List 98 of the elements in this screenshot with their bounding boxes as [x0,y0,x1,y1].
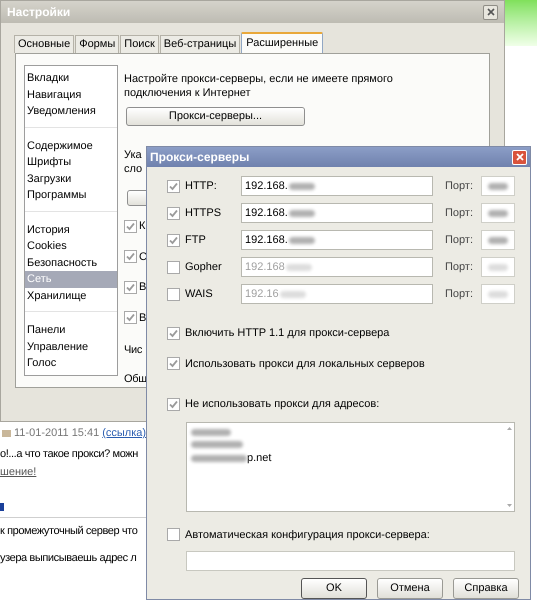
checkbox[interactable] [167,206,180,220]
close-button[interactable] [483,4,498,20]
protocol-label: HTTP: [185,178,218,194]
blurred-text [488,264,508,270]
port-label: Порт: [445,178,473,194]
dialog-button[interactable]: Отмена [377,578,443,599]
category-item[interactable]: Вкладки [25,70,117,86]
proxy-servers-button[interactable]: Прокси-серверы... [126,107,305,126]
option-label: К [139,219,146,234]
answer-text: к промежуточный сервер что [0,524,138,538]
port-field[interactable] [481,257,515,277]
dialog-button[interactable]: OK [301,578,367,599]
checkbox[interactable] [167,528,180,542]
blurred-text [191,428,231,436]
port-field[interactable] [481,230,515,250]
category-item[interactable]: Навигация [25,86,117,103]
port-label: Порт: [445,206,473,221]
checkbox[interactable] [124,220,137,233]
port-field[interactable] [481,284,515,304]
tab[interactable]: Поиск [120,35,159,53]
blurred-text [488,182,508,190]
option-label: С [139,250,147,264]
intro-text: Настройте прокси-серверы, если не имеете прямого подключения к Интернет [124,72,394,100]
envelope-icon [2,430,11,437]
protocol-label: Gopher [185,260,223,275]
blurred-text [191,454,247,462]
category-item[interactable]: Загрузки [25,170,117,187]
checkbox[interactable] [167,398,180,411]
option-label: В [139,280,146,295]
exclude-list-field[interactable]: p.net [186,422,515,512]
partial-text: сло [124,162,142,176]
address-field[interactable]: 192.168. [241,230,433,250]
checkbox[interactable] [167,326,180,340]
port-field[interactable] [481,203,515,223]
blurred-text [288,182,315,190]
option-label: Автоматическая конфигурация прокси-сервера: [185,528,430,542]
scroll-up-icon [506,426,512,430]
checkbox[interactable] [167,288,180,300]
config-url-field[interactable] [186,551,515,571]
comment-text: о!...а что такое прокси? можн [0,446,138,462]
category-item[interactable]: История [25,222,117,238]
option-label: Использовать прокси для локальных серверов [185,356,425,372]
dialog-button[interactable]: Справка [453,578,519,599]
close-icon [486,8,494,16]
checkbox[interactable] [124,250,137,264]
checkbox[interactable] [124,280,137,294]
comment-link[interactable]: (ссылка) [102,425,146,442]
category-item[interactable]: Безопасность [25,254,117,271]
blurred-text [488,290,508,298]
category-item[interactable]: Панели [25,322,117,338]
window-title: Настройки [7,4,70,21]
partial-text: Ука [124,148,142,162]
protocol-label: HTTPS [185,206,222,221]
close-icon [516,153,524,161]
port-label: Порт: [445,260,473,275]
comment-date: 11-01-2011 15:41 [14,426,100,441]
checkbox[interactable] [167,357,180,370]
blurred-text [488,210,508,216]
blurred-text [488,236,508,244]
address-text: p.net [247,452,272,464]
category-item[interactable]: Голос [25,355,117,372]
tab[interactable]: Основные [14,35,74,53]
checkbox[interactable] [124,311,137,324]
category-item[interactable]: Уведомления [25,103,117,120]
blurred-text [280,290,306,298]
tab[interactable]: Веб-страницы [160,35,240,53]
checkbox[interactable] [167,234,180,246]
reply-link[interactable]: шение! [0,464,36,480]
port-field[interactable] [481,176,515,196]
category-item[interactable]: Хранилище [25,288,117,304]
port-label: Порт: [445,286,473,302]
checkbox[interactable] [167,260,180,274]
author-mark [0,502,4,510]
address-field[interactable]: 192.168. [241,176,433,196]
category-item[interactable]: Содержимое [25,138,117,154]
protocol-label: WAIS [185,286,214,302]
scroll-down-icon [506,504,512,506]
category-item[interactable]: Управление [25,338,117,355]
port-label: Порт: [445,232,473,248]
category-item[interactable]: Cookies [25,238,117,254]
category-item[interactable]: Шрифты [25,154,117,170]
tab[interactable]: Формы [75,35,120,53]
category-item[interactable]: Программы [25,187,117,204]
option-label: Включить HTTP 1.1 для прокси-сервера [185,326,390,341]
answer-text: узера выписываешь адрес л [0,551,136,566]
option-label: Не использовать прокси для адресов: [185,397,380,412]
dialog-title: Прокси-серверы [150,149,250,166]
tab[interactable]: Расширенные [241,32,324,53]
option-label: В [139,310,146,326]
blurred-text [286,264,312,270]
blurred-text [288,210,315,216]
blurred-text [288,236,315,244]
partial-label: Чис [124,343,142,358]
address-field[interactable]: 192.168. [241,203,433,223]
checkbox[interactable] [167,180,180,192]
page-header-strip [505,0,537,46]
protocol-label: FTP [185,232,207,248]
blurred-text [191,440,243,448]
